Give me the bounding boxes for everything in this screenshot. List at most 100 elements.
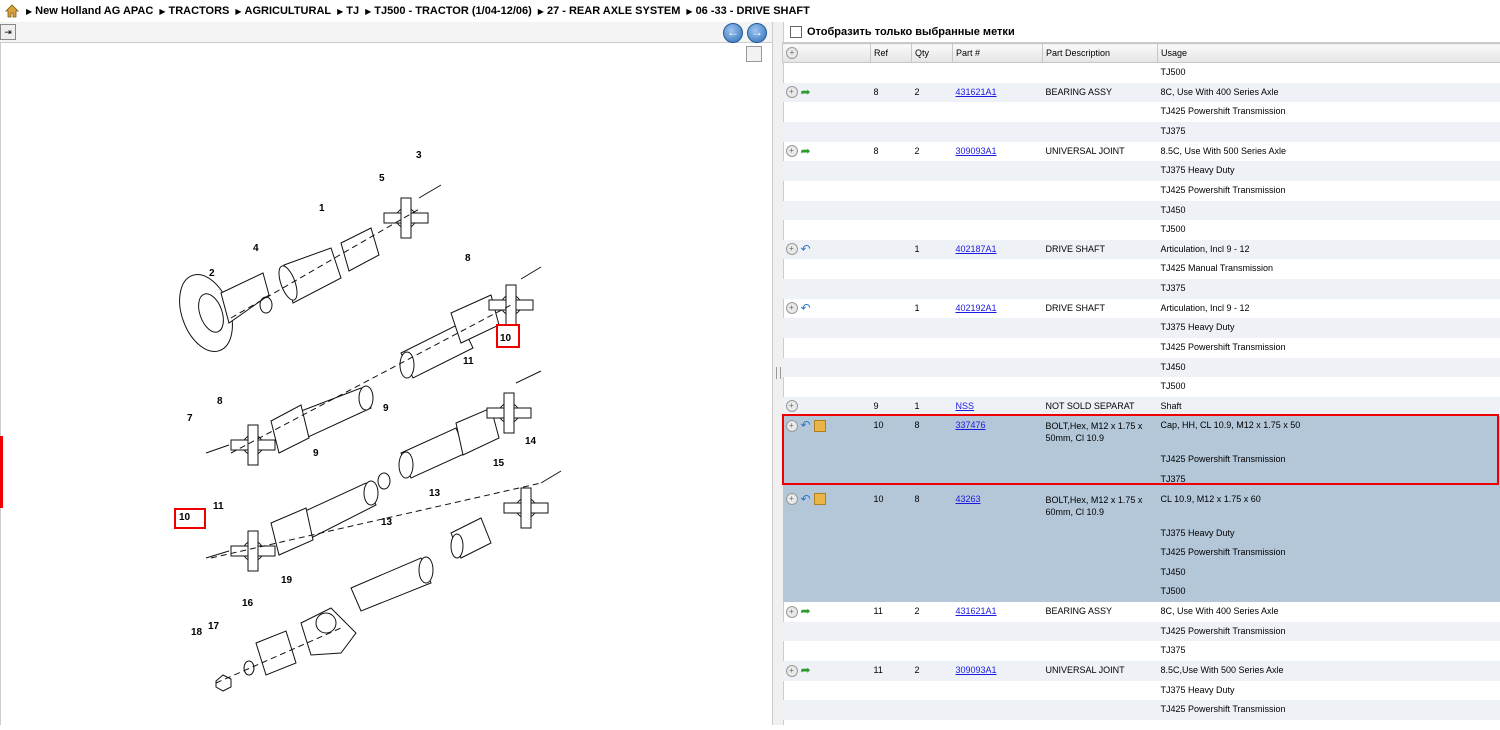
header-part-number[interactable]: Part # [953,44,1043,63]
table-row[interactable]: TJ500 [783,63,1500,83]
part-number-link[interactable]: 309093A1 [956,146,997,156]
blue-arrow-icon[interactable]: ↶ [801,418,811,432]
table-row[interactable]: TJ425 Powershift Transmission [783,543,1500,563]
breadcrumb-item[interactable]: ▶27 - REAR AXLE SYSTEM [538,5,681,17]
green-arrow-icon[interactable]: ➦ [801,144,811,158]
expand-icon[interactable]: + [786,493,798,505]
part-number-link[interactable]: 431621A1 [956,87,997,97]
callout-label[interactable]: 8 [217,396,223,407]
callout-label[interactable]: 7 [187,413,193,424]
part-number-link[interactable]: NSS [956,401,975,411]
callout-label[interactable]: 19 [281,575,292,586]
expand-icon[interactable]: + [786,86,798,98]
package-icon[interactable] [814,420,826,432]
callout-label[interactable]: 15 [493,458,504,469]
row-part-number[interactable]: 402187A1 [953,240,1043,260]
expand-icon[interactable]: + [786,302,798,314]
breadcrumb-item[interactable]: ▶New Holland AG APAC [26,5,153,17]
callout-label[interactable]: 11 [463,356,474,367]
table-row[interactable]: +91NSSNOT SOLD SEPARATShaft [783,397,1500,417]
table-row[interactable]: TJ425 Powershift Transmission [783,181,1500,201]
breadcrumb-item[interactable]: ▶TJ [337,5,359,17]
part-number-link[interactable]: 402192A1 [956,303,997,313]
table-row[interactable]: TJ375 Heavy Duty [783,681,1500,701]
callout-label[interactable]: 18 [191,627,202,638]
callout-label[interactable]: 16 [242,598,253,609]
callout-label[interactable]: 5 [379,173,385,184]
forward-arrow-icon[interactable]: → [747,23,767,43]
table-row[interactable]: TJ425 Powershift Transmission [783,700,1500,720]
table-row[interactable]: TJ425 Powershift Transmission [783,622,1500,642]
part-number-link[interactable]: 309093A1 [956,665,997,675]
table-row[interactable]: TJ450 [783,201,1500,221]
callout-label[interactable]: 14 [525,436,536,447]
breadcrumb-item[interactable]: ▶TRACTORS [159,5,229,17]
table-row[interactable]: TJ425 Powershift Transmission [783,450,1500,470]
table-row[interactable]: TJ375 Heavy Duty [783,161,1500,181]
blue-arrow-icon[interactable]: ↶ [801,492,811,506]
table-row[interactable]: TJ500 [783,377,1500,397]
table-row[interactable]: TJ375 [783,641,1500,661]
header-qty[interactable]: Qty [912,44,953,63]
table-row[interactable]: TJ450 [783,563,1500,583]
table-row[interactable]: +➦82431621A1BEARING ASSY8C, Use With 400… [783,83,1500,103]
table-row[interactable]: +↶10843263BOLT,Hex, M12 x 1.75 x 60mm, C… [783,490,1500,524]
header-usage[interactable]: Usage [1158,44,1500,63]
breadcrumb-item[interactable]: ▶06 -33 - DRIVE SHAFT [686,5,809,17]
row-part-number[interactable]: 402192A1 [953,299,1043,319]
table-row[interactable]: TJ375 [783,279,1500,299]
collapse-icon[interactable]: ⇥ [0,24,16,40]
table-row[interactable]: TJ375 Heavy Duty [783,524,1500,544]
select-all-header[interactable]: + [783,44,871,63]
table-row[interactable]: +➦82309093A1UNIVERSAL JOINT8.5C, Use Wit… [783,142,1500,162]
expand-icon[interactable]: + [786,420,798,432]
table-row[interactable]: TJ375 Heavy Duty [783,318,1500,338]
row-part-number[interactable]: 43263 [953,490,1043,524]
back-arrow-icon[interactable]: ← [723,23,743,43]
table-row[interactable]: TJ425 Powershift Transmission [783,338,1500,358]
table-row[interactable]: TJ425 Powershift Transmission [783,102,1500,122]
callout-label[interactable]: 1 [319,203,325,214]
table-row[interactable]: TJ375 [783,122,1500,142]
part-number-link[interactable]: 43263 [956,494,981,504]
table-row[interactable]: +↶1402187A1DRIVE SHAFTArticulation, Incl… [783,240,1500,260]
table-row[interactable]: +➦112309093A1UNIVERSAL JOINT8.5C,Use Wit… [783,661,1500,681]
header-part-description[interactable]: Part Description [1043,44,1158,63]
expand-icon[interactable]: + [786,400,798,412]
part-number-link[interactable]: 337476 [956,420,986,430]
callout-label[interactable]: 8 [465,253,471,264]
show-selected-checkbox[interactable] [790,26,802,38]
table-row[interactable]: +↶1402192A1DRIVE SHAFTArticulation, Incl… [783,299,1500,319]
callout-label[interactable]: 9 [313,448,319,459]
table-row[interactable]: +↶108337476BOLT,Hex, M12 x 1.75 x 50mm, … [783,416,1500,450]
blue-arrow-icon[interactable]: ↶ [801,301,811,315]
expand-icon[interactable]: + [786,145,798,157]
breadcrumb-item[interactable]: ▶AGRICULTURAL [235,5,331,17]
green-arrow-icon[interactable]: ➦ [801,663,811,677]
fit-view-icon[interactable] [746,46,762,62]
package-icon[interactable] [814,493,826,505]
row-part-number[interactable]: NSS [953,397,1043,417]
table-row[interactable]: +➦112431621A1BEARING ASSY8C, Use With 40… [783,602,1500,622]
row-part-number[interactable]: 431621A1 [953,602,1043,622]
green-arrow-icon[interactable]: ➦ [801,604,811,618]
callout-label[interactable]: 13 [381,517,392,528]
highlight-callout-10-upper[interactable] [496,324,520,348]
table-row[interactable]: TJ500 [783,582,1500,602]
callout-label[interactable]: 13 [429,488,440,499]
callout-label[interactable]: 11 [213,501,224,512]
highlight-callout-10-lower[interactable] [174,508,206,529]
row-part-number[interactable]: 431621A1 [953,83,1043,103]
callout-label[interactable]: 4 [253,243,259,254]
table-row[interactable]: TJ450 [783,720,1500,725]
callout-label[interactable]: 17 [208,621,219,632]
callout-label[interactable]: 3 [416,150,422,161]
row-part-number[interactable]: 337476 [953,416,1043,450]
part-number-link[interactable]: 402187A1 [956,244,997,254]
callout-label[interactable]: 2 [209,268,215,279]
green-arrow-icon[interactable]: ➦ [801,85,811,99]
expand-icon[interactable]: + [786,665,798,677]
callout-label[interactable]: 9 [383,403,389,414]
table-row[interactable]: TJ425 Manual Transmission [783,259,1500,279]
breadcrumb-item[interactable]: ▶TJ500 - TRACTOR (1/04-12/06) [365,5,532,17]
